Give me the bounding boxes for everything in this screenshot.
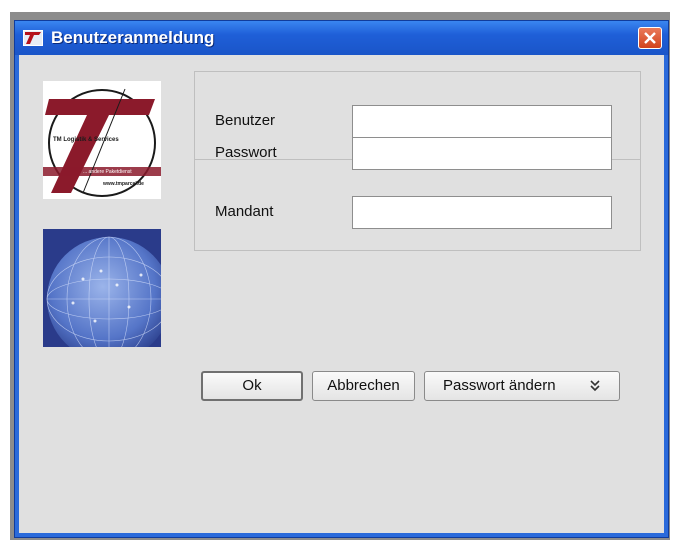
change-password-label: Passwort ändern [443, 377, 556, 394]
cancel-button[interactable]: Abbrechen [312, 371, 415, 401]
logo-tagline-text: ... andere Paketdienst [83, 169, 132, 175]
close-button[interactable] [638, 27, 662, 49]
user-label: Benutzer [215, 112, 276, 129]
double-chevron-down-icon [589, 372, 601, 410]
logo-company-text: TM Logistik & Services [53, 137, 119, 143]
password-label: Passwort [215, 144, 277, 161]
app-logo-icon [23, 30, 43, 46]
user-input[interactable] [352, 105, 612, 138]
dialog-body: TM Logistik & Services ... andere Paketd… [19, 55, 664, 533]
company-logo: TM Logistik & Services ... andere Paketd… [43, 81, 161, 199]
ok-button-label: Ok [242, 377, 262, 394]
password-input[interactable] [352, 137, 612, 170]
window-title: Benutzeranmeldung [51, 28, 215, 47]
client-label: Mandant [215, 203, 274, 220]
logo-url-text: www.tmparcel.de [102, 181, 144, 187]
ok-button[interactable]: Ok [201, 371, 303, 401]
change-password-button[interactable]: Passwort ändern [424, 371, 620, 401]
globe-image [43, 229, 172, 362]
client-input[interactable] [352, 196, 612, 229]
cancel-button-label: Abbrechen [327, 377, 400, 394]
title-bar[interactable]: Benutzeranmeldung [15, 21, 668, 55]
close-icon [644, 32, 656, 44]
login-dialog: Benutzeranmeldung TM Logistik & Services… [14, 20, 669, 538]
